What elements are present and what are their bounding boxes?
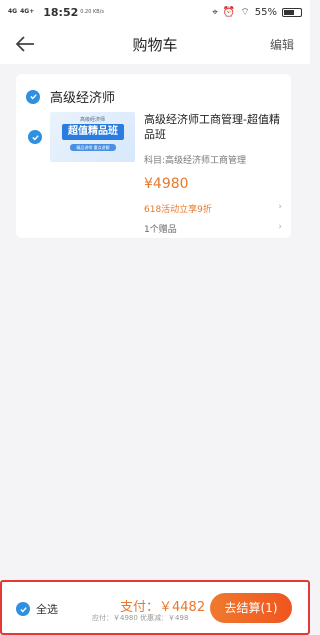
shop-row: 高级经济师 bbox=[26, 87, 115, 106]
back-arrow-icon[interactable] bbox=[14, 34, 36, 54]
signal-icon-1: 4G bbox=[8, 8, 18, 15]
thumb-big-text: 超值精品班 bbox=[62, 124, 124, 140]
promotion-text: 618活动立享9折 bbox=[144, 205, 212, 215]
thumb-small-text: 高级经济师 bbox=[79, 117, 105, 123]
gift-text: 1个赠品 bbox=[144, 225, 177, 235]
chevron-right-icon: › bbox=[278, 222, 282, 232]
chevron-right-icon: › bbox=[278, 202, 282, 212]
product-subject: 科目:高级经济师工商管理 bbox=[144, 156, 247, 166]
status-bar: 4G 4G+ 18:52 0.20 KB/s ⌖ ⏰ ⌔ 55% bbox=[0, 0, 310, 24]
wifi-icon: ⌔ bbox=[240, 6, 250, 18]
select-all-checkbox-icon[interactable] bbox=[16, 602, 30, 616]
nav-bar: 购物车 编辑 bbox=[0, 24, 310, 64]
product-thumbnail[interactable]: 高级经济师 超值精品班 精品讲师 重点讲解 bbox=[50, 112, 135, 162]
shop-name: 高级经济师 bbox=[50, 91, 116, 106]
promotion-row[interactable]: 618活动立享9折 › bbox=[144, 202, 282, 215]
battery-percent: 55% bbox=[254, 6, 277, 18]
location-icon: ⌖ bbox=[212, 6, 218, 18]
edit-button[interactable]: 编辑 bbox=[270, 36, 294, 53]
product-price: ¥4980 bbox=[144, 176, 189, 192]
checkout-bar: 全选 支付：￥4482 应付：￥4980 优惠减：￥498 去结算(1) bbox=[0, 580, 310, 635]
status-time: 18:52 bbox=[43, 5, 79, 19]
item-checkbox-icon[interactable] bbox=[28, 130, 42, 144]
cart-content: 高级经济师 高级经济师 超值精品班 精品讲师 重点讲解 高级经济师工商管理-超值… bbox=[0, 64, 310, 580]
select-all-label: 全选 bbox=[36, 603, 58, 616]
alarm-icon: ⏰ bbox=[222, 6, 236, 18]
shop-checkbox-icon[interactable] bbox=[26, 89, 40, 104]
select-all-toggle[interactable]: 全选 bbox=[16, 601, 58, 617]
network-speed: 0.20 KB/s bbox=[80, 9, 104, 15]
thumb-tag-text: 精品讲师 重点讲解 bbox=[70, 144, 116, 151]
page-title: 购物车 bbox=[132, 35, 178, 54]
status-icons: ⌖ ⏰ ⌔ 55% bbox=[212, 6, 302, 19]
product-name[interactable]: 高级经济师工商管理-超值精品班 bbox=[144, 112, 284, 142]
cart-card: 高级经济师 高级经济师 超值精品班 精品讲师 重点讲解 高级经济师工商管理-超值… bbox=[16, 74, 291, 238]
pay-detail: 应付：￥4980 优惠减：￥498 bbox=[92, 614, 189, 622]
checkout-button[interactable]: 去结算(1) bbox=[210, 593, 292, 623]
battery-icon bbox=[282, 7, 302, 17]
gift-row[interactable]: 1个赠品 › bbox=[144, 222, 282, 235]
signal-icon-2: 4G+ bbox=[20, 8, 35, 15]
